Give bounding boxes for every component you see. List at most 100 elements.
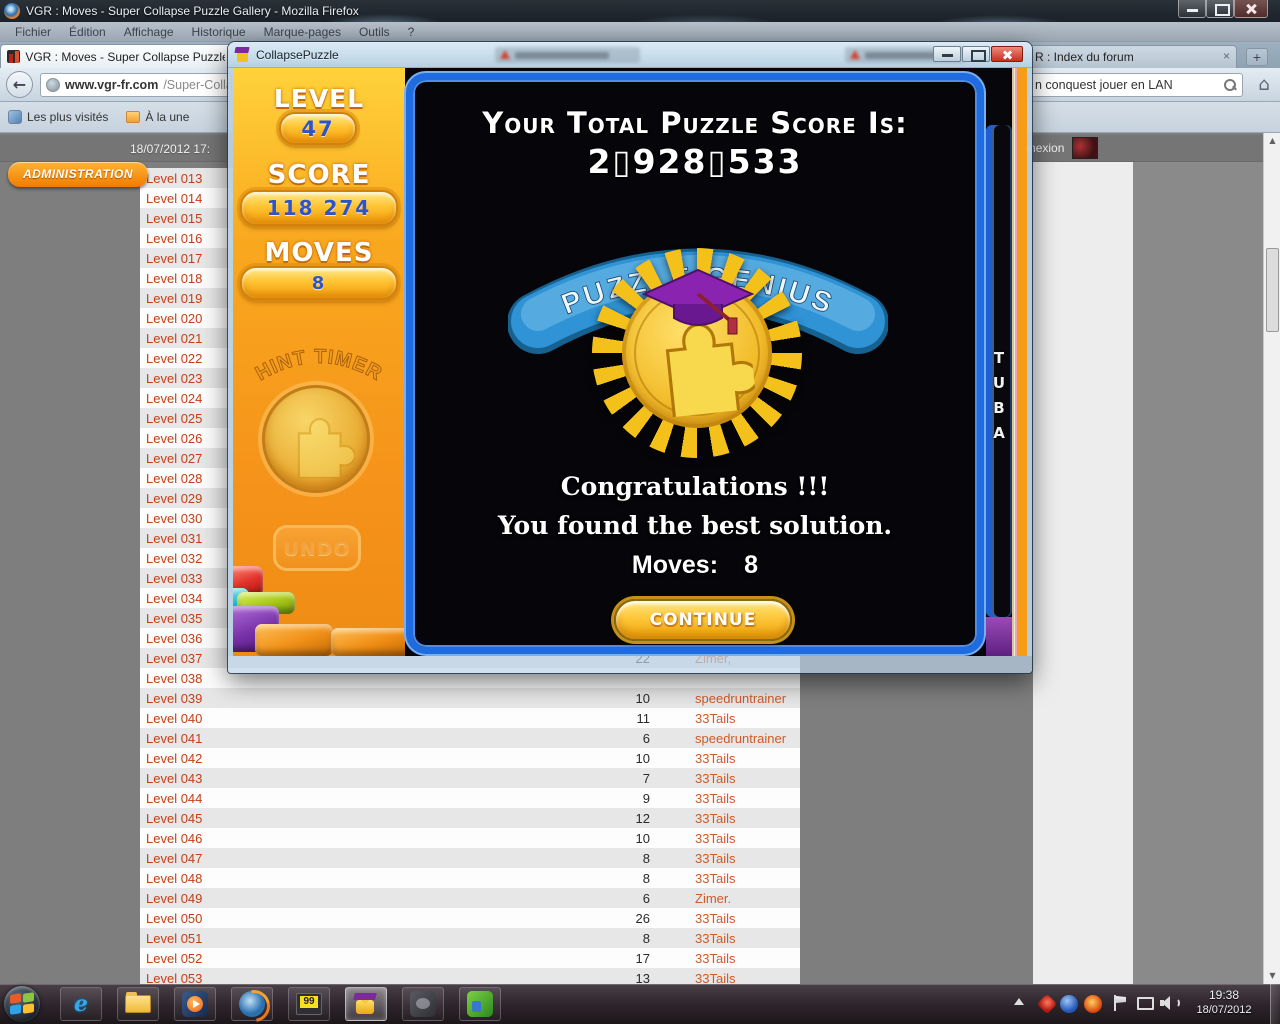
level-link[interactable]: Level 032	[146, 551, 202, 566]
level-link[interactable]: Level 037	[146, 651, 202, 666]
level-link[interactable]: Level 045	[146, 811, 202, 826]
window-close-button[interactable]	[1234, 0, 1268, 18]
level-link[interactable]: Level 048	[146, 871, 202, 886]
level-link[interactable]: Level 015	[146, 211, 202, 226]
level-link[interactable]: Level 014	[146, 191, 202, 206]
level-link[interactable]: Level 020	[146, 311, 202, 326]
game-minimize-button[interactable]	[933, 46, 961, 62]
player-link[interactable]: 33Tails	[695, 911, 735, 926]
taskbar-explorer[interactable]	[117, 987, 159, 1021]
level-link[interactable]: Level 035	[146, 611, 202, 626]
url-bar[interactable]: www.vgr-fr.com /Super-Collap	[40, 73, 232, 97]
game-close-button[interactable]	[991, 46, 1023, 62]
back-button[interactable]: ←	[6, 71, 33, 98]
hint-timer-medallion[interactable]	[262, 385, 370, 493]
level-link[interactable]: Level 021	[146, 331, 202, 346]
tab-active-vgr-moves[interactable]: VGR : Moves - Super Collapse Puzzle .	[0, 44, 232, 68]
player-link[interactable]: 33Tails	[695, 751, 735, 766]
level-link[interactable]: Level 024	[146, 391, 202, 406]
menu-fichier[interactable]: Fichier	[6, 23, 60, 41]
taskbar-app-99[interactable]: 99	[288, 987, 330, 1021]
menu-affichage[interactable]: Affichage	[115, 23, 183, 41]
level-link[interactable]: Level 047	[146, 851, 202, 866]
scroll-down-arrow[interactable]: ▼	[1265, 968, 1280, 984]
player-link[interactable]: speedruntrainer	[695, 691, 786, 706]
action-center-flag-icon[interactable]	[1112, 995, 1130, 1013]
player-link[interactable]: 33Tails	[695, 831, 735, 846]
level-link[interactable]: Level 040	[146, 711, 202, 726]
menu-edition[interactable]: Édition	[60, 23, 115, 41]
level-link[interactable]: Level 022	[146, 351, 202, 366]
level-link[interactable]: Level 023	[146, 371, 202, 386]
level-link[interactable]: Level 030	[146, 511, 202, 526]
player-link[interactable]: 33Tails	[695, 931, 735, 946]
player-link[interactable]: Zimer.	[695, 891, 731, 906]
new-tab-button[interactable]: +	[1246, 48, 1268, 66]
level-link[interactable]: Level 016	[146, 231, 202, 246]
tray-red-app-icon[interactable]	[1036, 993, 1058, 1015]
tray-blue-app-icon[interactable]	[1060, 995, 1078, 1013]
level-link[interactable]: Level 029	[146, 491, 202, 506]
menu-historique[interactable]: Historique	[183, 23, 255, 41]
logout-avatar-icon[interactable]	[1072, 137, 1098, 159]
menu-outils[interactable]: Outils	[350, 23, 399, 41]
level-link[interactable]: Level 043	[146, 771, 202, 786]
level-link[interactable]: Level 028	[146, 471, 202, 486]
taskbar-firefox[interactable]	[231, 987, 273, 1021]
level-link[interactable]: Level 019	[146, 291, 202, 306]
show-hidden-icons-chevron[interactable]	[1014, 998, 1024, 1005]
player-link[interactable]: 33Tails	[695, 851, 735, 866]
tab-close-icon[interactable]: ×	[1223, 49, 1230, 63]
scrollbar-thumb[interactable]	[1266, 248, 1279, 332]
level-link[interactable]: Level 049	[146, 891, 202, 906]
level-link[interactable]: Level 018	[146, 271, 202, 286]
level-link[interactable]: Level 031	[146, 531, 202, 546]
home-button[interactable]: ⌂	[1252, 73, 1276, 97]
level-link[interactable]: Level 017	[146, 251, 202, 266]
network-icon[interactable]	[1136, 995, 1154, 1013]
volume-icon[interactable]	[1160, 995, 1180, 1013]
window-maximize-button[interactable]	[1206, 0, 1234, 18]
menu-aide[interactable]: ?	[399, 23, 424, 41]
level-link[interactable]: Level 041	[146, 731, 202, 746]
continue-button[interactable]: CONTINUE	[614, 599, 792, 641]
start-button[interactable]	[4, 986, 40, 1022]
player-link[interactable]: 33Tails	[695, 791, 735, 806]
undo-button[interactable]: UNDO	[273, 525, 361, 571]
tray-orange-app-icon[interactable]	[1084, 995, 1102, 1013]
player-link[interactable]: 33Tails	[695, 971, 735, 984]
player-link[interactable]: 33Tails	[695, 871, 735, 886]
level-link[interactable]: Level 038	[146, 671, 202, 686]
bookmark-most-visited[interactable]: Les plus visités	[8, 110, 108, 124]
browser-scrollbar[interactable]: ▲ ▼	[1263, 133, 1280, 984]
taskbar-clock[interactable]: 19:38 18/07/2012	[1188, 988, 1260, 1016]
game-maximize-button[interactable]	[962, 46, 990, 62]
game-titlebar[interactable]: CollapsePuzzle	[228, 42, 1032, 68]
level-link[interactable]: Level 046	[146, 831, 202, 846]
taskbar-internet-explorer[interactable]: e	[60, 987, 102, 1021]
level-link[interactable]: Level 044	[146, 791, 202, 806]
level-link[interactable]: Level 042	[146, 751, 202, 766]
level-link[interactable]: Level 013	[146, 171, 202, 186]
player-link[interactable]: 33Tails	[695, 811, 735, 826]
player-link[interactable]: 33Tails	[695, 711, 735, 726]
taskbar-app-green[interactable]	[459, 987, 501, 1021]
tab-vgr-index-forum[interactable]: R : Index du forum ×	[1028, 45, 1237, 68]
player-link[interactable]: speedruntrainer	[695, 731, 786, 746]
administration-button[interactable]: ADMINISTRATION	[8, 162, 148, 187]
bookmark-a-la-une[interactable]: À la une	[126, 110, 189, 124]
level-link[interactable]: Level 027	[146, 451, 202, 466]
level-link[interactable]: Level 034	[146, 591, 202, 606]
window-minimize-button[interactable]	[1178, 0, 1206, 18]
show-desktop-button[interactable]	[1270, 984, 1280, 1024]
level-link[interactable]: Level 051	[146, 931, 202, 946]
search-icon[interactable]	[1224, 79, 1236, 91]
level-link[interactable]: Level 052	[146, 951, 202, 966]
player-link[interactable]: 33Tails	[695, 951, 735, 966]
level-link[interactable]: Level 026	[146, 431, 202, 446]
scroll-up-arrow[interactable]: ▲	[1265, 133, 1280, 149]
search-input[interactable]: n conquest jouer en LAN	[1028, 73, 1243, 97]
taskbar-media-player[interactable]	[174, 987, 216, 1021]
level-link[interactable]: Level 039	[146, 691, 202, 706]
taskbar-app-dark[interactable]	[402, 987, 444, 1021]
